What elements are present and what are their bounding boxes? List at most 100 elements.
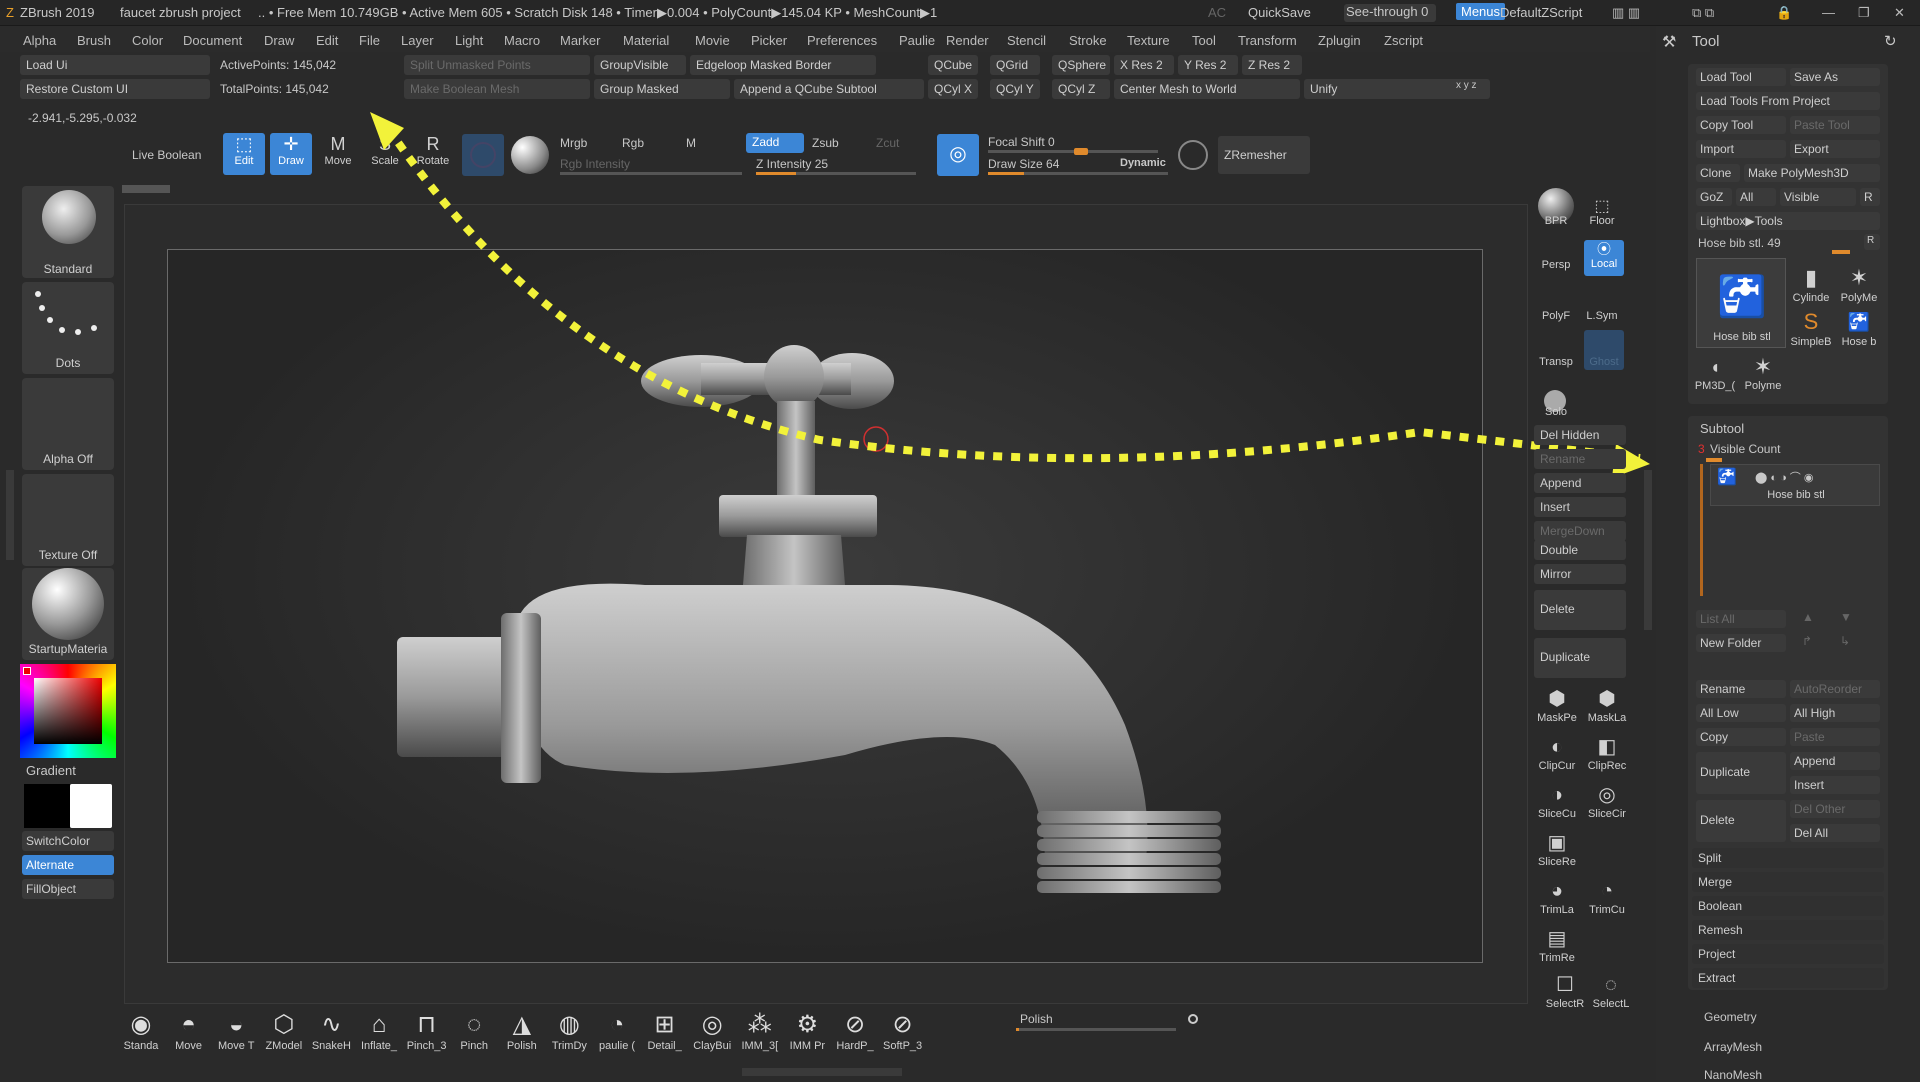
tool-thumb-cylinder[interactable]: ▮ Cylinde (1788, 264, 1834, 304)
right-tray-handle[interactable] (1644, 470, 1652, 630)
goz-r-button[interactable]: R (1860, 188, 1880, 206)
material-sphere-icon[interactable] (511, 136, 549, 174)
persp-button[interactable]: Persp (1534, 259, 1578, 271)
load-ui-button[interactable]: Load Ui (20, 55, 210, 75)
menu-preferences[interactable]: Preferences (807, 33, 877, 48)
material-swatch-button[interactable] (462, 134, 504, 176)
double-button[interactable]: Double (1534, 540, 1626, 560)
edgeloop-button[interactable]: Edgeloop Masked Border (690, 55, 876, 75)
export-button[interactable]: Export (1790, 140, 1880, 158)
zremesher-button[interactable]: ZRemesher (1218, 136, 1310, 174)
restore-custom-ui-button[interactable]: Restore Custom UI (20, 79, 210, 99)
menu-texture[interactable]: Texture (1127, 33, 1170, 48)
tool-thumb-pm3d[interactable]: ◖ PM3D_( (1692, 354, 1738, 394)
z-res-slider[interactable]: Z Res 2 (1242, 55, 1302, 75)
focal-shift-slider[interactable] (988, 148, 1158, 155)
primary-color-swatch[interactable] (70, 784, 112, 828)
qsphere-button[interactable]: QSphere (1052, 55, 1110, 75)
new-folder-button[interactable]: New Folder (1696, 634, 1786, 652)
restore-icon[interactable]: ❐ (1858, 5, 1870, 21)
duplicate-button[interactable]: Duplicate (1696, 752, 1786, 794)
paste-tool-button[interactable]: Paste Tool (1790, 116, 1880, 134)
menu-light[interactable]: Light (455, 33, 483, 48)
group-masked-button[interactable]: Group Masked (594, 79, 730, 99)
canvas-viewport[interactable] (124, 204, 1528, 1004)
bottom-brush-10[interactable]: ◔ paulie ( (594, 1010, 640, 1058)
selectl-tool[interactable]: ◌ SelectL (1588, 972, 1634, 1016)
slicere-tool[interactable]: ▣ SliceRe (1534, 830, 1580, 874)
bottom-brush-7[interactable]: ◌ Pinch (451, 1010, 497, 1058)
brush-selector[interactable]: Standard (22, 186, 114, 278)
z-intensity-slider[interactable] (756, 172, 916, 175)
bottom-brush-8[interactable]: ◮ Polish (499, 1010, 545, 1058)
subtool-item-hose-bib[interactable]: 🚰 ⬤ ◐ ◑ ⌒ ◉ Hose bib stl (1710, 464, 1880, 506)
seethrough-slider[interactable]: See-through 0 (1344, 4, 1436, 22)
menu-file[interactable]: File (359, 33, 380, 48)
hose-slider-r-button[interactable]: R (1864, 234, 1880, 250)
zsub-toggle[interactable]: Zsub (812, 136, 839, 150)
save-as-button[interactable]: Save As (1790, 68, 1880, 86)
bottom-brush-9[interactable]: ◍ TrimDy (546, 1010, 592, 1058)
bottom-brush-0[interactable]: ◉ Standa (118, 1010, 164, 1058)
goz-visible-button[interactable]: Visible (1780, 188, 1856, 206)
subtool-scrollbar[interactable] (1700, 464, 1703, 596)
all-high-button[interactable]: All High (1790, 704, 1880, 722)
dynamic-toggle[interactable]: Dynamic (1120, 157, 1166, 169)
menus-button[interactable]: Menus (1456, 3, 1506, 20)
bottom-brush-5[interactable]: ⌂ Inflate_ (356, 1010, 402, 1058)
arraymesh-section[interactable]: ArrayMesh (1704, 1040, 1762, 1054)
slicecir-tool[interactable]: ◎ SliceCir (1584, 782, 1630, 826)
load-from-project-button[interactable]: Load Tools From Project (1696, 92, 1880, 110)
maskla-tool[interactable]: ⬢ MaskLa (1584, 686, 1630, 730)
group-visible-button[interactable]: GroupVisible (594, 55, 686, 75)
delete-button[interactable]: Delete (1696, 800, 1786, 842)
sculptris-pro-button[interactable]: ◎ (937, 134, 979, 176)
import-button[interactable]: Import (1696, 140, 1786, 158)
scale-button[interactable]: S Scale (364, 133, 406, 175)
mirror-button[interactable]: Mirror (1534, 564, 1626, 584)
clipcur-tool[interactable]: ◐ ClipCur (1534, 734, 1580, 778)
bottom-brush-15[interactable]: ⊘ HardP_ (832, 1010, 878, 1058)
goz-all-button[interactable]: All (1736, 188, 1776, 206)
autoreorder-button[interactable]: AutoReorder (1790, 680, 1880, 698)
close-icon[interactable]: ✕ (1894, 5, 1905, 21)
saturation-box[interactable] (34, 678, 102, 744)
bottom-brush-14[interactable]: ⚙ IMM Pr (784, 1010, 830, 1058)
trimcu-tool[interactable]: ◔ TrimCu (1584, 878, 1630, 922)
mergedown-button[interactable]: MergeDown (1534, 521, 1626, 541)
rgb-intensity-track[interactable] (560, 172, 742, 175)
copy-tool-button[interactable]: Copy Tool (1696, 116, 1786, 134)
paste-button[interactable]: Paste (1790, 728, 1880, 746)
menu-layer[interactable]: Layer (401, 33, 434, 48)
project-section[interactable]: Project (1692, 944, 1884, 964)
rotate-button[interactable]: R Rotate (412, 133, 454, 175)
merge-section[interactable]: Merge (1692, 872, 1884, 892)
qcyl-y-button[interactable]: QCyl Y (990, 79, 1040, 99)
bottom-brush-16[interactable]: ⊘ SoftP_3 (880, 1010, 926, 1058)
draw-button[interactable]: ✛ Draw (270, 133, 312, 175)
qgrid-button[interactable]: QGrid (990, 55, 1040, 75)
menu-zscript[interactable]: Zscript (1384, 33, 1423, 48)
selectr-tool[interactable]: ☐ SelectR (1542, 972, 1588, 1016)
bottom-brush-6[interactable]: ⊓ Pinch_3 (404, 1010, 450, 1058)
menu-color[interactable]: Color (132, 33, 163, 48)
transp-button[interactable]: Transp (1534, 356, 1578, 368)
local-button[interactable]: ⦿ Local (1584, 240, 1624, 276)
trimre-tool[interactable]: ▤ TrimRe (1534, 926, 1580, 970)
insert-button[interactable]: Insert (1790, 776, 1880, 794)
tool-thumb-polymesh[interactable]: ✶ PolyMe (1836, 264, 1882, 304)
alternate-toggle[interactable]: Alternate (22, 855, 114, 875)
menu-draw[interactable]: Draw (264, 33, 294, 48)
color-picker[interactable] (20, 664, 116, 758)
qcyl-z-button[interactable]: QCyl Z (1052, 79, 1110, 99)
make-boolean-button[interactable]: Make Boolean Mesh (404, 79, 590, 99)
slicecu-tool[interactable]: ◑ SliceCu (1534, 782, 1580, 826)
material-selector[interactable]: StartupMateria (22, 568, 114, 660)
bottom-slider[interactable]: Polish (1016, 1010, 1202, 1031)
window-layout-icon[interactable]: ⧉ ⧉ (1692, 5, 1714, 21)
tool-thumb-polyme2[interactable]: ✶ Polyme (1740, 354, 1786, 394)
split-section[interactable]: Split (1692, 848, 1884, 868)
live-boolean-toggle[interactable]: Live Boolean (132, 148, 201, 162)
zcut-toggle[interactable]: Zcut (876, 136, 899, 150)
y-res-slider[interactable]: Y Res 2 (1178, 55, 1238, 75)
